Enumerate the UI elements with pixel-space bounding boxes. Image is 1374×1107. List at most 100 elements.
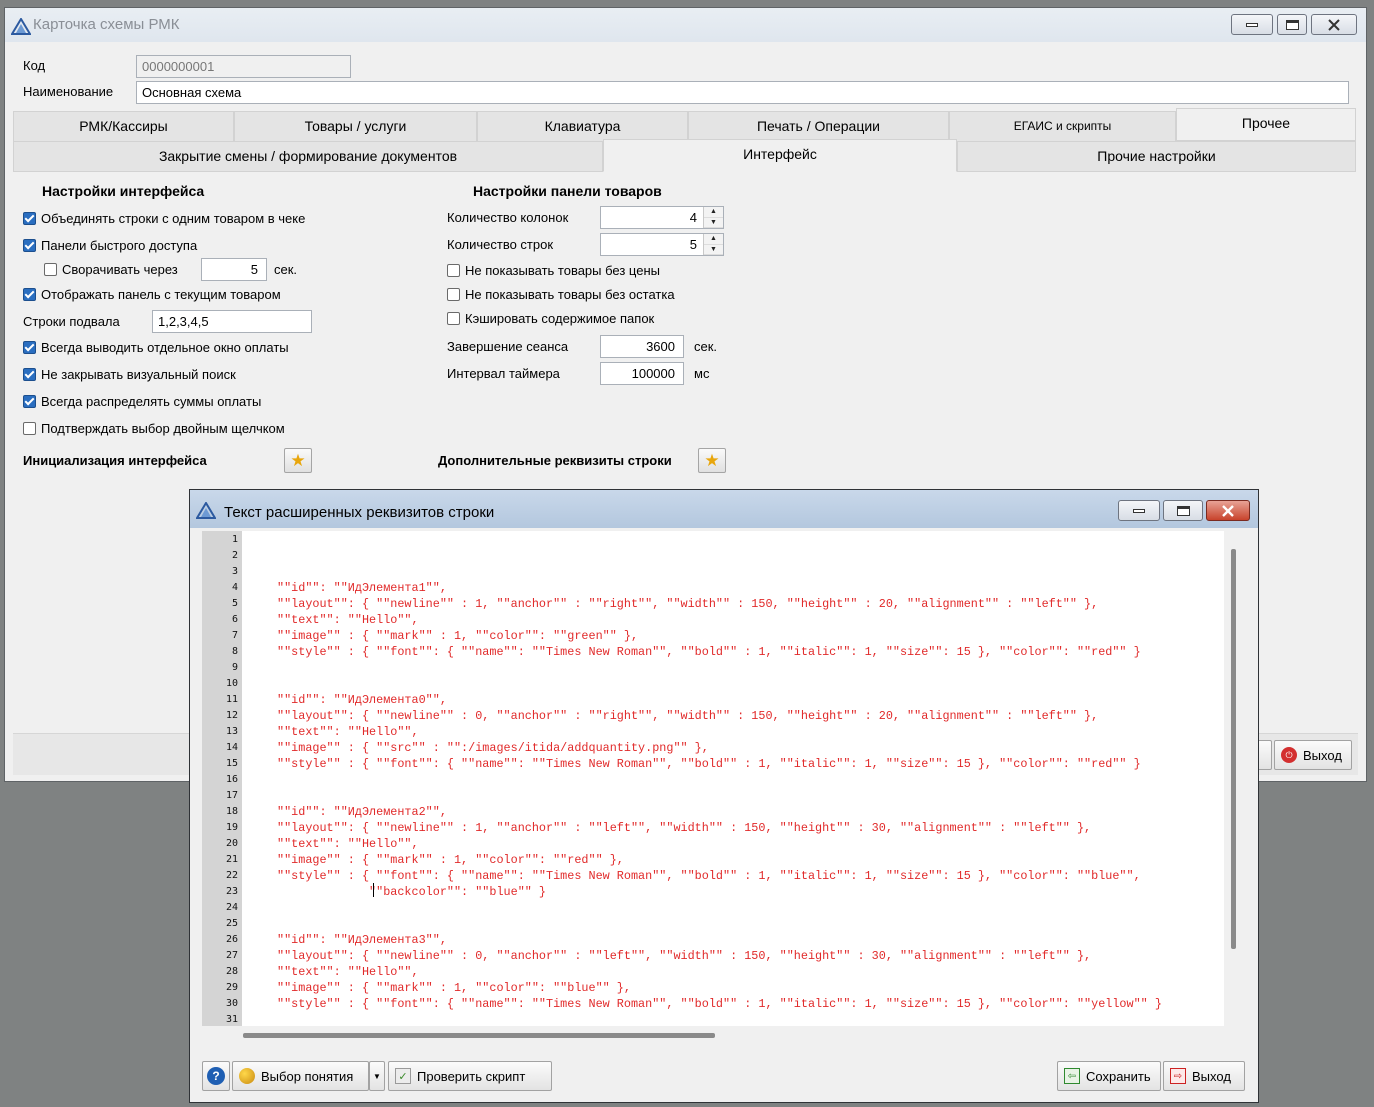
payment-window-checkbox[interactable] bbox=[23, 341, 36, 354]
name-field[interactable]: Основная схема bbox=[136, 81, 1349, 104]
close-icon bbox=[1222, 504, 1234, 517]
timer-interval-field[interactable]: 100000 bbox=[600, 362, 684, 385]
tab-rmk-cashiers[interactable]: РМК/Кассиры bbox=[13, 111, 234, 142]
rows-count-label: Количество строк bbox=[447, 237, 554, 252]
line-number: 10 bbox=[225, 678, 238, 689]
dialog-minimize-button[interactable] bbox=[1118, 500, 1160, 521]
code-line: ""id"": ""ИдЭлемента2"", bbox=[277, 805, 447, 819]
no-close-search-checkbox[interactable] bbox=[23, 368, 36, 381]
hide-no-stock-checkbox[interactable] bbox=[447, 288, 460, 301]
exit-door-icon: ⇨ bbox=[1170, 1068, 1186, 1084]
main-exit-button[interactable]: ⏻ Выход bbox=[1274, 740, 1352, 770]
rows-count-spin[interactable]: ▲ ▼ bbox=[703, 234, 723, 255]
line-number: 30 bbox=[225, 998, 238, 1009]
code-line: ""image"" : { ""src"" : "":/images/itida… bbox=[277, 741, 709, 755]
code-line: ""layout"": { ""newline"" : 0, ""anchor"… bbox=[277, 709, 1099, 723]
vertical-scrollbar-thumb[interactable] bbox=[1231, 549, 1236, 949]
tab-other-settings[interactable]: Прочие настройки bbox=[957, 141, 1356, 172]
session-end-field[interactable]: 3600 bbox=[600, 335, 684, 358]
line-number: 9 bbox=[231, 662, 238, 673]
collapse-after-checkbox[interactable] bbox=[44, 263, 57, 276]
line-number: 13 bbox=[225, 726, 238, 737]
main-window-title: Карточка схемы РМК bbox=[33, 16, 180, 33]
footer-lines-field[interactable]: 1,2,3,4,5 bbox=[152, 310, 312, 333]
tab-print-operations[interactable]: Печать / Операции bbox=[688, 111, 949, 142]
line-number: 11 bbox=[225, 694, 238, 705]
line-number: 7 bbox=[231, 630, 238, 641]
code-line: ""style"" : { ""font"": { ""name"": ""Ti… bbox=[277, 757, 1141, 771]
collapse-seconds-field[interactable]: 5 bbox=[201, 258, 267, 281]
line-number: 14 bbox=[225, 742, 238, 753]
code-line: ""image"" : { ""mark"" : 1, ""color"": "… bbox=[277, 981, 631, 995]
minimize-icon bbox=[1246, 22, 1258, 27]
session-end-label: Завершение сеанса bbox=[447, 339, 569, 354]
line-number: 18 bbox=[225, 806, 238, 817]
vertical-scrollbar[interactable] bbox=[1226, 531, 1240, 1026]
line-number: 19 bbox=[225, 822, 238, 833]
distribute-sums-label: Всегда распределять суммы оплаты bbox=[41, 394, 262, 409]
select-concept-button[interactable]: Выбор понятия bbox=[232, 1061, 369, 1091]
select-concept-dropdown[interactable]: ▼ bbox=[369, 1061, 385, 1091]
extra-details-button[interactable]: ★ bbox=[698, 448, 726, 473]
line-number: 17 bbox=[225, 790, 238, 801]
main-titlebar: Карточка схемы РМК bbox=[5, 8, 1366, 42]
main-exit-label: Выход bbox=[1303, 747, 1342, 763]
cache-folders-checkbox[interactable] bbox=[447, 312, 460, 325]
line-number: 8 bbox=[231, 646, 238, 657]
check-script-label: Проверить скрипт bbox=[417, 1068, 526, 1084]
spin-down-icon[interactable]: ▼ bbox=[704, 218, 723, 228]
line-number: 6 bbox=[231, 614, 238, 625]
dialog-title: Текст расширенных реквизитов строки bbox=[224, 504, 495, 521]
columns-count-spinbox[interactable]: 4 ▲ ▼ bbox=[600, 206, 724, 229]
tab-keyboard[interactable]: Клавиатура bbox=[477, 111, 688, 142]
horizontal-scrollbar[interactable] bbox=[202, 1028, 1224, 1042]
dialog-close-button[interactable] bbox=[1206, 500, 1250, 521]
rows-count-spinbox[interactable]: 5 ▲ ▼ bbox=[600, 233, 724, 256]
hide-no-price-checkbox[interactable] bbox=[447, 264, 460, 277]
tab-goods-services[interactable]: Товары / услуги bbox=[234, 111, 477, 142]
code-field[interactable]: 0000000001 bbox=[136, 55, 351, 78]
interface-settings-heading: Настройки интерфейса bbox=[42, 183, 205, 199]
distribute-sums-checkbox[interactable] bbox=[23, 395, 36, 408]
dialog-titlebar: Текст расширенных реквизитов строки bbox=[190, 490, 1258, 528]
quick-panels-checkbox[interactable] bbox=[23, 239, 36, 252]
check-script-button[interactable]: ✓ Проверить скрипт bbox=[388, 1061, 552, 1091]
code-line: ""text"": ""Hello"", bbox=[277, 965, 419, 979]
spin-down-icon[interactable]: ▼ bbox=[704, 245, 723, 255]
extra-details-label: Дополнительные реквизиты строки bbox=[438, 453, 672, 468]
dialog-exit-button[interactable]: ⇨ Выход bbox=[1163, 1061, 1245, 1091]
minimize-icon bbox=[1133, 508, 1145, 513]
save-button[interactable]: ⇦ Сохранить bbox=[1057, 1061, 1161, 1091]
tab-other[interactable]: Прочее bbox=[1176, 108, 1356, 141]
dialog-exit-label: Выход bbox=[1192, 1068, 1231, 1084]
code-line: ""image"" : { ""mark"" : 1, ""color"": "… bbox=[277, 853, 624, 867]
line-number: 28 bbox=[225, 966, 238, 977]
confirm-dblclick-checkbox[interactable] bbox=[23, 422, 36, 435]
tab-interface[interactable]: Интерфейс bbox=[603, 139, 957, 172]
columns-count-spin[interactable]: ▲ ▼ bbox=[703, 207, 723, 228]
close-icon bbox=[1328, 18, 1340, 31]
close-button[interactable] bbox=[1311, 14, 1357, 35]
quick-panels-label: Панели быстрого доступа bbox=[41, 238, 198, 253]
palette-icon bbox=[239, 1068, 255, 1084]
merge-rows-label: Объединять строки с одним товаром в чеке bbox=[41, 211, 306, 226]
minimize-button[interactable] bbox=[1231, 14, 1273, 35]
show-current-label: Отображать панель с текущим товаром bbox=[41, 287, 281, 302]
horizontal-scrollbar-thumb[interactable] bbox=[243, 1033, 715, 1038]
show-current-checkbox[interactable] bbox=[23, 288, 36, 301]
maximize-button[interactable] bbox=[1277, 14, 1307, 35]
merge-rows-checkbox[interactable] bbox=[23, 212, 36, 225]
tab-shift-closing[interactable]: Закрытие смены / формирование документов bbox=[13, 141, 603, 172]
line-number: 2 bbox=[231, 550, 238, 561]
line-number: 25 bbox=[225, 918, 238, 929]
collapse-unit-label: сек. bbox=[274, 262, 298, 277]
chevron-down-icon: ▼ bbox=[373, 1071, 381, 1081]
tab-egais-scripts[interactable]: ЕГАИС и скрипты bbox=[949, 111, 1176, 142]
line-number: 22 bbox=[225, 870, 238, 881]
help-button[interactable]: ? bbox=[202, 1061, 230, 1091]
code-line: ""style"" : { ""font"": { ""name"": ""Ti… bbox=[277, 645, 1141, 659]
interface-init-button[interactable]: ★ bbox=[284, 448, 312, 473]
confirm-dblclick-label: Подтверждать выбор двойным щелчком bbox=[41, 421, 285, 436]
hide-no-price-label: Не показывать товары без цены bbox=[465, 263, 660, 278]
dialog-maximize-button[interactable] bbox=[1163, 500, 1203, 521]
